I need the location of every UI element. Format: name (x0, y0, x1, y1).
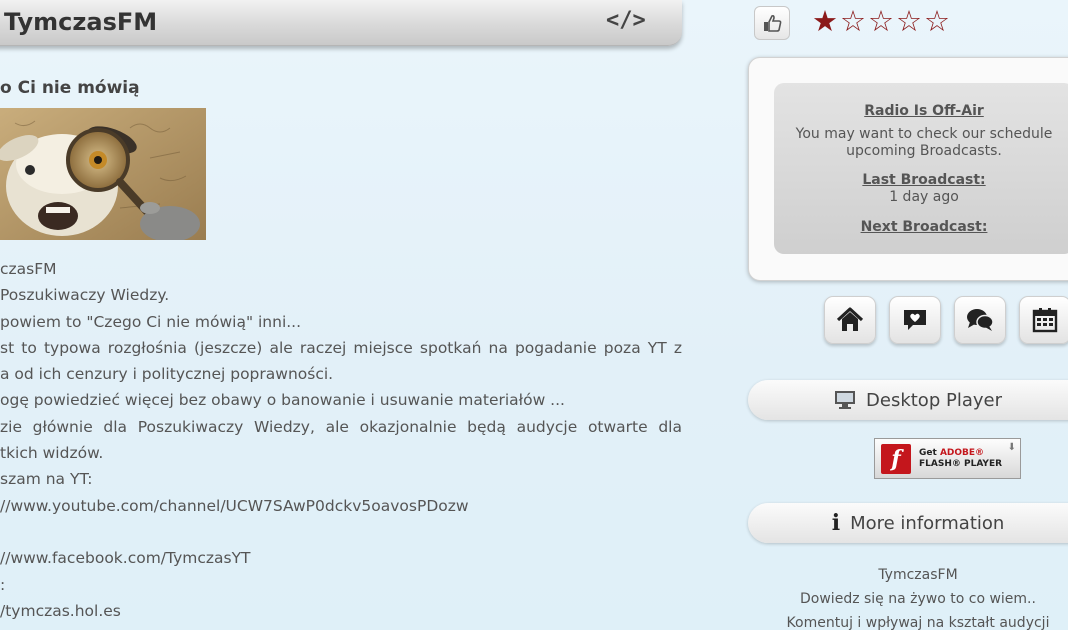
post-heading: o Ci nie mówią (0, 78, 140, 98)
post-line: ogę powiedzieć więcej bez obawy o banowa… (0, 391, 565, 410)
more-information-button[interactable]: i More information (748, 503, 1068, 543)
post-line: powiem to "Czego Ci nie mówią" inni... (0, 312, 302, 331)
post-description: czasFM Poszukiwaczy Wiedzy. powiem to "C… (0, 256, 682, 624)
post-line: st to typowa rozgłośnia (jeszcze) ale ra… (0, 338, 682, 357)
post-line-empty (0, 519, 682, 545)
last-broadcast-label[interactable]: Last Broadcast: (862, 172, 985, 188)
broadcast-status-box: Radio Is Off-Air You may want to check o… (774, 83, 1068, 254)
more-information-label: More information (850, 512, 1005, 534)
request-button[interactable] (889, 296, 941, 344)
star-empty-icon[interactable]: ☆ (924, 4, 950, 38)
post-line: a od ich cenzury i politycznej poprawnoś… (0, 365, 334, 384)
desktop-player-label: Desktop Player (866, 389, 1002, 411)
schedule-button[interactable] (1019, 296, 1068, 344)
station-title: TymczasFM (4, 8, 158, 36)
calendar-icon (1032, 308, 1058, 333)
station-nav-icons (824, 296, 1068, 344)
chat-icon (967, 309, 994, 331)
broadcast-status-panel: Radio Is Off-Air You may want to check o… (748, 57, 1068, 281)
flash-adobe-text: ADOBE® (939, 447, 985, 458)
get-flash-player-badge[interactable]: f Get ADOBE® FLASH® PLAYER ⬇ (874, 438, 1021, 479)
schedule-message-line1: You may want to check our schedule (795, 126, 1053, 142)
flash-badge-text: Get ADOBE® FLASH® PLAYER (919, 448, 1002, 470)
rating-stars: ★ ☆ ☆ ☆ ☆ (812, 4, 950, 38)
post-line: tkich widzów. (0, 444, 104, 463)
post-line: Poszukiwaczy Wiedzy. (0, 286, 170, 305)
star-filled-icon[interactable]: ★ (812, 4, 838, 38)
post-image-sheep-magnifier (0, 108, 206, 240)
post-line: szam na YT: (0, 470, 93, 489)
info-icon: i (831, 510, 841, 536)
station-info: TymczasFM Dowiedz się na żywo to co wiem… (748, 563, 1068, 630)
post-line: : (0, 575, 6, 594)
heart-message-icon (904, 310, 926, 330)
station-description: Komentuj i wpływaj na kształt audycji (786, 615, 1050, 630)
star-empty-icon[interactable]: ☆ (840, 4, 866, 38)
thumbs-up-icon (764, 14, 782, 32)
station-tagline: Dowiedz się na żywo to co wiem.. (800, 591, 1036, 607)
flash-get-text: Get (919, 447, 937, 458)
code-embed-icon[interactable]: </> (606, 8, 646, 33)
station-name: TymczasFM (878, 567, 958, 583)
flash-player-text: FLASH® PLAYER (919, 458, 1003, 469)
home-button[interactable] (824, 296, 876, 344)
station-header-bar: TymczasFM </> (0, 0, 682, 46)
facebook-link[interactable]: //www.facebook.com/TymczasYT (0, 545, 682, 571)
download-arrow-icon: ⬇ (1007, 442, 1016, 453)
post-line: czasFM (0, 260, 57, 278)
next-broadcast-label[interactable]: Next Broadcast: (861, 219, 988, 235)
off-air-title[interactable]: Radio Is Off-Air (864, 103, 984, 119)
website-link[interactable]: /tymczas.hol.es (0, 598, 682, 624)
youtube-link[interactable]: //www.youtube.com/channel/UCW7SAwP0dckv5… (0, 493, 682, 519)
post-line: zie głównie dla Poszukiwaczy Wiedzy, ale… (0, 417, 682, 436)
last-broadcast-value: 1 day ago (889, 189, 959, 205)
star-empty-icon[interactable]: ☆ (868, 4, 894, 38)
like-button[interactable] (754, 6, 790, 40)
schedule-message-line2: upcoming Broadcasts. (846, 143, 1002, 159)
star-empty-icon[interactable]: ☆ (896, 4, 922, 38)
desktop-player-button[interactable]: Desktop Player (748, 380, 1068, 420)
home-icon (836, 307, 864, 331)
flash-logo-icon: f (881, 443, 911, 474)
monitor-icon (835, 391, 856, 409)
chat-button[interactable] (954, 296, 1006, 344)
